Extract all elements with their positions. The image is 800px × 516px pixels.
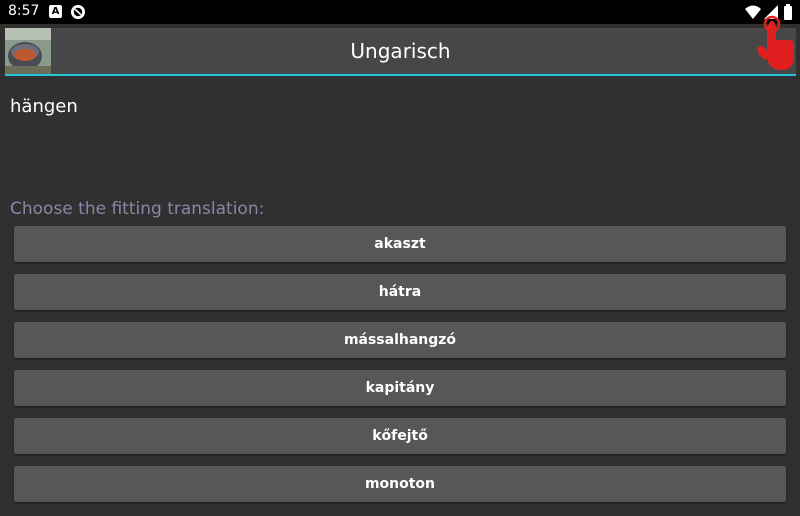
app-toolbar: Ungarisch bbox=[5, 28, 796, 76]
answer-button[interactable]: kapitány bbox=[14, 370, 786, 406]
quiz-prompt: Choose the fitting translation: bbox=[10, 199, 265, 219]
answer-button[interactable]: hátra bbox=[14, 274, 786, 310]
answer-button[interactable]: mássalhangzó bbox=[14, 322, 786, 358]
status-time: 8:57 bbox=[8, 3, 40, 19]
notification-a-icon: A bbox=[49, 5, 62, 18]
answer-button[interactable]: akaszt bbox=[14, 226, 786, 262]
answer-button[interactable]: monoton bbox=[14, 466, 786, 502]
hand-pointer-icon[interactable] bbox=[752, 10, 794, 72]
sync-icon bbox=[71, 5, 85, 19]
page-title: Ungarisch bbox=[350, 39, 451, 63]
answer-button[interactable]: kőfejtő bbox=[14, 418, 786, 454]
quiz-word: hängen bbox=[10, 96, 78, 117]
status-bar: 8:57 A bbox=[0, 0, 800, 24]
answer-list: akaszt hátra mássalhangzó kapitány kőfej… bbox=[14, 226, 786, 514]
